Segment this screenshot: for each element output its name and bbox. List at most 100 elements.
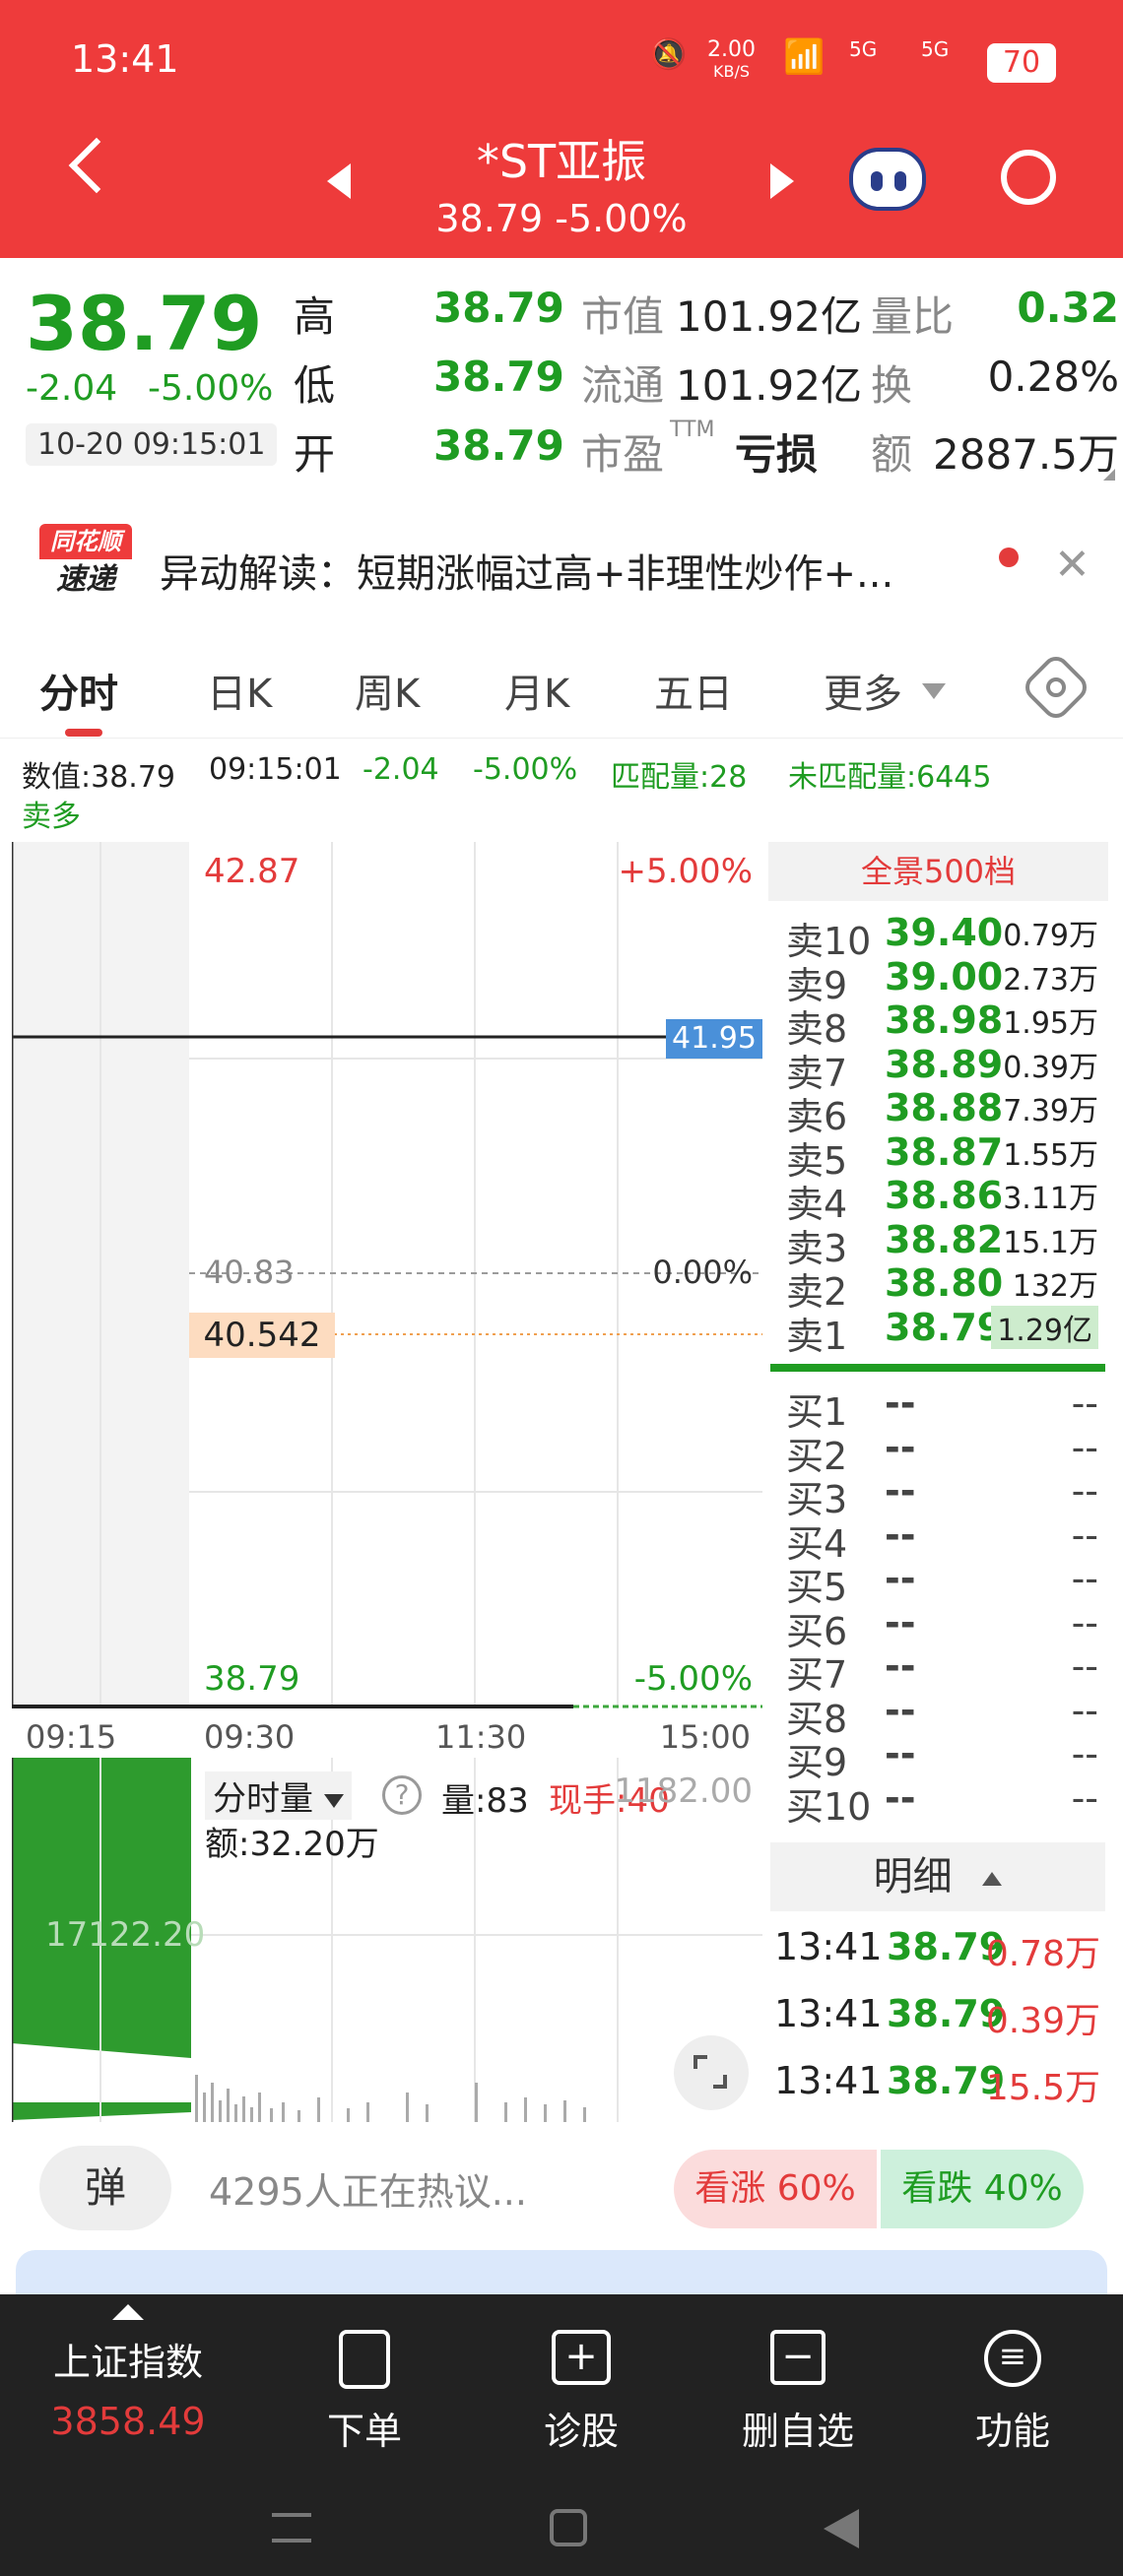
y-mid-label: 40.83: [204, 1254, 295, 1291]
expand-icon[interactable]: [1103, 469, 1115, 481]
prev-stock-button[interactable]: [327, 163, 351, 199]
buy-level-row[interactable]: 买1 -- --: [768, 1382, 1108, 1434]
buy-level-row[interactable]: 买7 -- --: [768, 1644, 1108, 1697]
pe-value: 亏损: [735, 430, 819, 479]
y-mid-pct-label: 0.00%: [652, 1254, 753, 1291]
buy-level-volume: --: [1071, 1775, 1098, 1820]
fund-notice-strip[interactable]: [16, 2250, 1107, 2294]
buy-level-row[interactable]: 买4 -- --: [768, 1513, 1108, 1566]
discussion-text[interactable]: 4295人正在热议...: [209, 2161, 527, 2216]
x-label-1500: 15:00: [659, 1718, 751, 1756]
sell-level-price: 38.88: [885, 1086, 1004, 1129]
sell-level-row[interactable]: 卖5 38.87 1.55万: [768, 1130, 1108, 1183]
sell-level-row[interactable]: 卖10 39.40 0.79万: [768, 911, 1108, 963]
sell-level-volume: 1.29亿: [991, 1305, 1098, 1349]
buy-level-price: --: [885, 1425, 916, 1469]
price-change: -2.04: [26, 368, 118, 409]
fullscreen-icon[interactable]: [674, 2035, 749, 2110]
float-label: 流通: [581, 361, 665, 410]
order-nav-button[interactable]: 下单: [256, 2314, 473, 2455]
intraday-chart-svg: [0, 842, 762, 1708]
search-icon[interactable]: [1001, 150, 1056, 205]
price-change-pct: -5.00%: [148, 368, 274, 409]
volume-indicator-selector[interactable]: 分时量: [205, 1771, 352, 1820]
bullish-button[interactable]: 看涨 60%: [674, 2150, 877, 2228]
quote-panel: 38.79 -2.04 -5.00% 10-20 09:15:01 高 低 开 …: [0, 258, 1123, 490]
tab-more[interactable]: 更多: [824, 662, 902, 719]
sell-level-row[interactable]: 卖4 38.86 3.11万: [768, 1174, 1108, 1226]
robot-assistant-icon[interactable]: [849, 148, 926, 211]
open-label: 开: [294, 430, 336, 479]
functions-nav-button[interactable]: ≡ 功能: [904, 2314, 1121, 2455]
tab-daily-k[interactable]: 日K: [207, 662, 272, 719]
tab-weekly-k[interactable]: 周K: [355, 662, 420, 719]
back-button[interactable]: [68, 137, 125, 194]
buy-level-row[interactable]: 买3 -- --: [768, 1469, 1108, 1521]
next-stock-button[interactable]: [770, 163, 794, 199]
sell-level-volume: 7.39万: [1003, 1094, 1098, 1128]
tab-five-day[interactable]: 五日: [654, 662, 733, 719]
info-direction: 卖多: [22, 800, 81, 834]
avg-price-tag: 40.542: [189, 1313, 335, 1358]
battery-icon: 70: [987, 43, 1056, 83]
sell-level-row[interactable]: 卖6 38.88 7.39万: [768, 1086, 1108, 1138]
net-speed-unit: KB/S: [712, 62, 750, 81]
sell-level-row[interactable]: 卖9 39.00 2.73万: [768, 955, 1108, 1007]
info-change-pct: -5.00%: [473, 752, 578, 787]
sell-level-row[interactable]: 卖8 38.98 1.95万: [768, 998, 1108, 1051]
diagnose-nav-button[interactable]: + 诊股: [473, 2314, 690, 2455]
buy-level-row[interactable]: 买6 -- --: [768, 1601, 1108, 1653]
help-icon[interactable]: ?: [382, 1775, 422, 1815]
order-icon: [339, 2330, 390, 2389]
turnover-value: 0.28%: [987, 353, 1119, 401]
signal-5g-1: 5G: [849, 37, 878, 61]
chevron-up-icon: [112, 2304, 144, 2320]
amount-label: 额: [871, 430, 913, 479]
buy-level-row[interactable]: 买2 -- --: [768, 1425, 1108, 1478]
sell-level-volume: 1.95万: [1003, 1006, 1098, 1041]
volume-chart[interactable]: 分时量 ? 量:83 现手:40 1182.00 额:32.20万 17122.…: [10, 1758, 762, 2122]
danmu-button[interactable]: 弹: [39, 2146, 171, 2230]
bearish-button[interactable]: 看跌 40%: [881, 2150, 1084, 2228]
remove-watchlist-nav-button[interactable]: − 删自选: [690, 2314, 906, 2455]
sell-level-price: 38.98: [885, 998, 1004, 1042]
close-banner-icon[interactable]: ✕: [1054, 540, 1090, 590]
volume-ratio-value: 0.32: [1017, 284, 1119, 332]
sell-level-row[interactable]: 卖1 38.79 1.29亿: [768, 1305, 1108, 1358]
chevron-down-icon: [922, 683, 946, 699]
buy-level-row[interactable]: 买8 -- --: [768, 1688, 1108, 1741]
buy-level-row[interactable]: 买5 -- --: [768, 1557, 1108, 1609]
trade-tick-row: 13:41 38.79 15.5万: [768, 2059, 1108, 2118]
tick-volume: 0.78万: [985, 1934, 1100, 1974]
tab-active-indicator: [65, 729, 102, 737]
full-depth-button[interactable]: 全景500档: [768, 842, 1108, 901]
mute-icon: 🔕: [650, 37, 688, 72]
news-banner[interactable]: 同花顺 速递 异动解读：短期涨幅过高+非理性炒作+... ✕: [0, 500, 1123, 628]
buy-level-row[interactable]: 买9 -- --: [768, 1732, 1108, 1784]
y-min-label: 38.79: [204, 1659, 300, 1699]
sell-level-row[interactable]: 卖7 38.89 0.39万: [768, 1043, 1108, 1095]
detail-header[interactable]: 明细: [770, 1842, 1105, 1911]
stock-subtitle: 38.79 -5.00%: [435, 197, 688, 240]
index-ticker[interactable]: 上证指数 3858.49: [20, 2294, 236, 2472]
system-home-icon[interactable]: [550, 2509, 587, 2546]
index-name: 上证指数: [52, 2341, 203, 2384]
book-divider: [770, 1364, 1105, 1372]
crosshair-price-tag: 41.95: [666, 1019, 762, 1059]
trade-tick-row: 13:41 38.79 0.78万: [768, 1925, 1108, 1984]
quote-datetime: 10-20 09:15:01: [26, 423, 278, 466]
system-menu-icon[interactable]: [272, 2513, 311, 2543]
intraday-chart[interactable]: 42.87 +5.00% 40.83 0.00% 38.79 -5.00% 41…: [0, 842, 762, 1756]
sell-level-row[interactable]: 卖3 38.82 15.1万: [768, 1218, 1108, 1270]
sell-level-row[interactable]: 卖2 38.80 132万: [768, 1261, 1108, 1314]
detail-title: 明细: [873, 1854, 953, 1900]
tab-intraday[interactable]: 分时: [39, 662, 118, 719]
settings-hex-icon[interactable]: [1020, 651, 1092, 724]
pe-label: 市盈: [581, 430, 665, 479]
buy-level-row[interactable]: 买10 -- --: [768, 1775, 1108, 1829]
last-price: 38.79: [26, 280, 263, 367]
sell-level-volume: 2.73万: [1003, 962, 1098, 998]
system-back-icon[interactable]: [824, 2509, 859, 2548]
buy-level-price: --: [885, 1688, 916, 1732]
tab-monthly-k[interactable]: 月K: [504, 662, 569, 719]
